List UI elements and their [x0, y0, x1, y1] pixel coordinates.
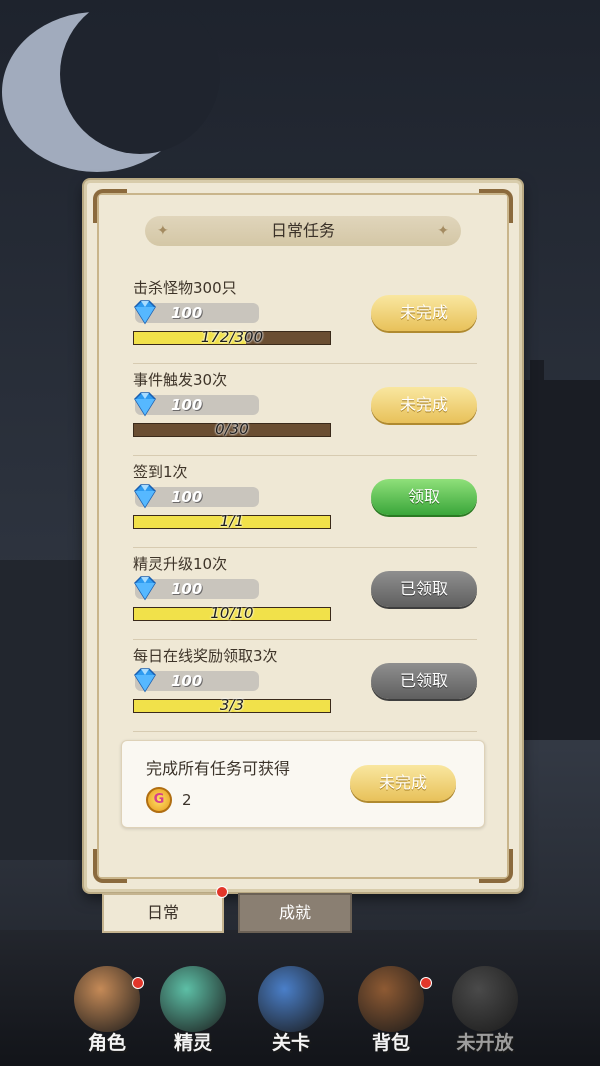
task-name: 事件触发30次: [133, 371, 228, 389]
nav-label: 未开放: [456, 1032, 514, 1054]
diamond-icon: [134, 668, 156, 693]
progress-text: 10/10: [210, 604, 254, 622]
nav-label: 背包: [371, 1032, 410, 1054]
reward-amount: 100: [171, 672, 203, 690]
incomplete-button[interactable]: 未完成: [371, 387, 477, 423]
nav-item-locked[interactable]: 未开放: [440, 960, 530, 1060]
bonus-claim-button[interactable]: 未完成: [350, 765, 456, 801]
task-name: 每日在线奖励领取3次: [133, 647, 278, 665]
panel-title-bar: ✦ 日常任务 ✦: [145, 216, 461, 246]
ornament-icon: ✦: [437, 223, 449, 239]
corner-ornament: [479, 189, 513, 223]
stage-icon: [258, 966, 324, 1032]
backpack-icon: [358, 966, 424, 1032]
spirit-icon: [160, 966, 226, 1032]
diamond-icon: [134, 576, 156, 601]
reward-amount: 100: [171, 488, 203, 506]
task-name: 击杀怪物300只: [133, 279, 237, 297]
bonus-text: 完成所有任务可获得: [146, 759, 291, 778]
nav-item-backpack[interactable]: 背包: [346, 960, 436, 1060]
progress-text: 172/300: [200, 328, 264, 346]
corner-ornament: [479, 849, 513, 883]
diamond-icon: [134, 300, 156, 325]
reward-amount: 100: [171, 396, 203, 414]
nav-label: 精灵: [173, 1032, 212, 1054]
task-row: 每日在线奖励领取3次 100 3/3 已领取: [133, 639, 477, 732]
diamond-icon: [134, 392, 156, 417]
ornament-icon: ✦: [157, 223, 169, 239]
task-name: 签到1次: [133, 463, 188, 481]
progress-bar: 1/1: [133, 512, 331, 530]
incomplete-button[interactable]: 未完成: [371, 295, 477, 331]
panel-title: 日常任务: [270, 221, 335, 240]
nav-item-spirit[interactable]: 精灵: [148, 960, 238, 1060]
progress-bar: 0/30: [133, 420, 331, 438]
progress-text: 1/1: [219, 512, 245, 530]
reward-amount: 100: [171, 304, 203, 322]
locked-icon: [452, 966, 518, 1032]
tab-daily[interactable]: 日常: [102, 893, 224, 933]
nav-label: 角色: [87, 1032, 126, 1054]
castle-spire: [530, 360, 544, 400]
claimed-button[interactable]: 已领取: [371, 571, 477, 607]
progress-bar: 172/300: [133, 328, 331, 346]
corner-ornament: [93, 849, 127, 883]
reward-amount: 100: [171, 580, 203, 598]
progress-bar: 3/3: [133, 696, 331, 714]
task-row: 击杀怪物300只 100 172/300 未完成: [133, 271, 477, 364]
notification-dot: [216, 886, 228, 898]
diamond-icon: [134, 484, 156, 509]
nav-item-character[interactable]: 角色: [62, 960, 152, 1060]
tab-achievements[interactable]: 成就: [238, 893, 352, 933]
character-icon: [74, 966, 140, 1032]
daily-task-panel: ✦ 日常任务 ✦ 击杀怪物300只 100 172/300 未完成 事件触发30…: [84, 180, 522, 892]
nav-item-stage[interactable]: 关卡: [246, 960, 336, 1060]
corner-ornament: [93, 189, 127, 223]
task-row: 事件触发30次 100 0/30 未完成: [133, 363, 477, 456]
progress-bar: 10/10: [133, 604, 331, 622]
notification-dot: [132, 977, 144, 989]
progress-text: 3/3: [219, 696, 245, 714]
coin-count: 2: [182, 791, 192, 809]
task-row: 精灵升级10次 100 10/10 已领取: [133, 547, 477, 640]
completion-bonus: 完成所有任务可获得 G 2 未完成: [121, 740, 485, 828]
notification-dot: [420, 977, 432, 989]
claimed-button[interactable]: 已领取: [371, 663, 477, 699]
progress-text: 0/30: [215, 420, 249, 438]
task-name: 精灵升级10次: [133, 555, 228, 573]
nav-label: 关卡: [271, 1032, 310, 1054]
coin-icon: G: [146, 787, 172, 813]
tree-silhouette: [0, 560, 90, 860]
task-row: 签到1次 100 1/1 领取: [133, 455, 477, 548]
claim-button[interactable]: 领取: [371, 479, 477, 515]
moon-icon: [2, 0, 220, 172]
castle-silhouette: [520, 380, 600, 740]
